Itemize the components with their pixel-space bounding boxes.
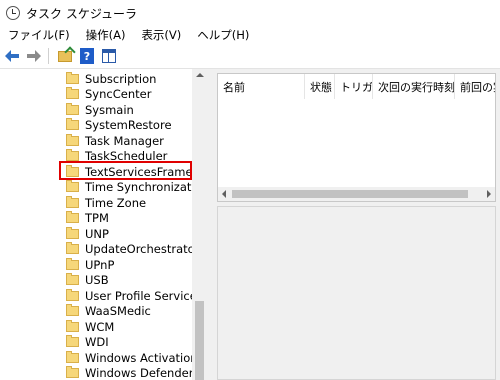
tree-item[interactable]: WaaSMedic	[66, 303, 151, 318]
scroll-up-arrow-icon[interactable]	[196, 73, 204, 77]
tree-item[interactable]: Sysmain	[66, 102, 134, 117]
tree-item[interactable]: WCM	[66, 319, 114, 334]
folder-icon	[66, 257, 79, 270]
folder-icon	[66, 117, 79, 130]
column-header-name[interactable]: 名前	[218, 74, 305, 99]
tree-item[interactable]: UpdateOrchestrator	[66, 241, 199, 256]
menu-bar: ファイル(F) 操作(A) 表示(V) ヘルプ(H)	[0, 26, 500, 44]
toolbar: ?	[0, 44, 500, 69]
tree-item[interactable]: Time Synchronization	[66, 179, 208, 194]
tree-vertical-scrollbar[interactable]	[192, 69, 207, 380]
help-label: ?	[80, 48, 94, 64]
forward-arrow-icon[interactable]	[24, 46, 44, 66]
folder-icon	[66, 148, 79, 161]
column-header-status[interactable]: 状態	[305, 74, 335, 99]
tree-item[interactable]: Task Manager	[66, 133, 164, 148]
show-hide-pane-icon[interactable]	[99, 46, 119, 66]
tree-item[interactable]: UPnP	[66, 257, 114, 272]
tree-item[interactable]: WDI	[66, 334, 109, 349]
help-icon[interactable]: ?	[77, 46, 97, 66]
folder-icon	[66, 226, 79, 239]
folder-icon	[66, 86, 79, 99]
back-arrow-icon[interactable]	[2, 46, 22, 66]
folder-icon	[66, 71, 79, 84]
tree-item[interactable]: Subscription	[66, 71, 156, 86]
task-detail-area	[217, 206, 496, 380]
menu-view[interactable]: 表示(V)	[133, 27, 189, 43]
menu-file[interactable]: ファイル(F)	[0, 27, 78, 43]
folder-icon	[66, 210, 79, 223]
folder-icon	[66, 365, 79, 378]
column-header-next-run[interactable]: 次回の実行時刻	[373, 74, 455, 99]
tree-item[interactable]: Time Zone	[66, 195, 146, 210]
tree-item[interactable]: Windows Activation Technologies	[66, 350, 208, 365]
title-bar: タスク スケジューラ	[0, 0, 500, 26]
folder-icon	[66, 319, 79, 332]
scrollbar-thumb[interactable]	[232, 190, 468, 198]
menu-help[interactable]: ヘルプ(H)	[189, 27, 257, 43]
scroll-left-arrow-icon[interactable]	[222, 190, 226, 198]
list-horizontal-scrollbar[interactable]	[218, 187, 495, 201]
tree-item[interactable]: Windows Defender	[66, 365, 193, 380]
task-pane: 名前 状態 トリガー 次回の実行時刻 前回の実	[213, 69, 500, 380]
tree-item[interactable]: User Profile Service	[66, 288, 197, 303]
column-header-triggers[interactable]: トリガー	[335, 74, 373, 99]
folder-icon	[66, 288, 79, 301]
window-title: タスク スケジューラ	[26, 6, 137, 21]
selection-highlight-box	[59, 161, 192, 180]
folder-icon	[66, 133, 79, 146]
folder-icon	[66, 272, 79, 285]
menu-action[interactable]: 操作(A)	[78, 27, 134, 43]
tree-item[interactable]: USB	[66, 272, 109, 287]
folder-icon	[66, 350, 79, 363]
scrollbar-thumb[interactable]	[195, 301, 204, 380]
tree-item[interactable]: SyncCenter	[66, 86, 151, 101]
folder-icon	[66, 195, 79, 208]
task-list-view[interactable]: 名前 状態 トリガー 次回の実行時刻 前回の実	[217, 73, 496, 202]
folder-icon	[66, 334, 79, 347]
scroll-right-arrow-icon[interactable]	[487, 190, 491, 198]
tree-item[interactable]: TPM	[66, 210, 109, 225]
clock-icon	[6, 6, 20, 20]
tree-item[interactable]: UNP	[66, 226, 109, 241]
tree-item[interactable]: SystemRestore	[66, 117, 172, 132]
toolbar-separator	[48, 48, 49, 64]
folder-tree[interactable]: Subscription SyncCenter Sysmain SystemRe…	[0, 69, 208, 380]
folder-up-icon[interactable]	[55, 46, 75, 66]
folder-icon	[66, 179, 79, 192]
folder-icon	[66, 102, 79, 115]
folder-icon	[66, 303, 79, 316]
folder-icon	[66, 241, 79, 254]
column-header-last-run[interactable]: 前回の実	[455, 74, 495, 99]
